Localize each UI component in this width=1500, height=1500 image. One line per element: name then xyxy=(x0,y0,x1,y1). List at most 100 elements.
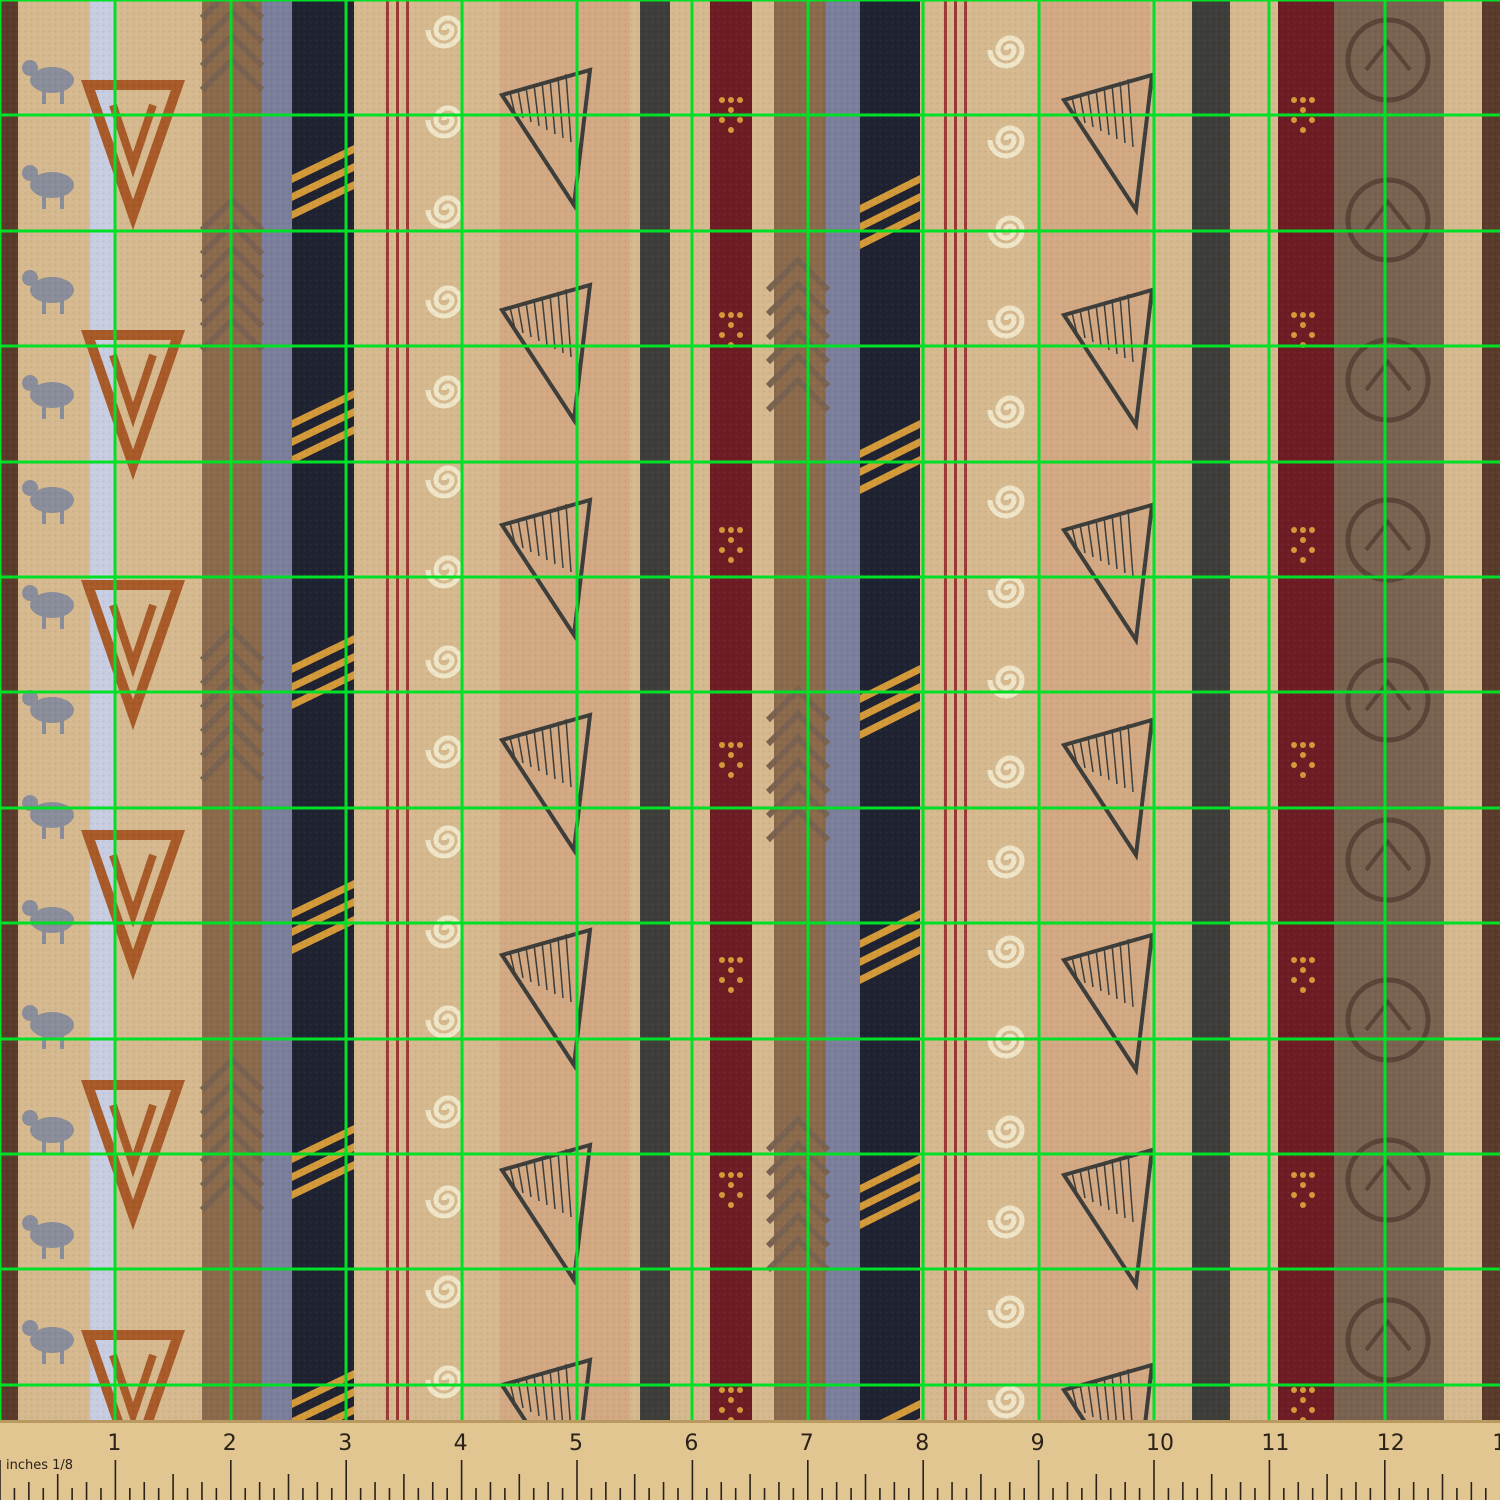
ruler-tick xyxy=(1355,1482,1357,1500)
ruler-tick xyxy=(302,1488,304,1500)
ruler-tick xyxy=(835,1482,838,1500)
ruler-number: 13 xyxy=(1492,1431,1500,1456)
ruler-tick xyxy=(374,1482,376,1500)
ruler-tick xyxy=(1066,1482,1069,1500)
ruler-tick xyxy=(893,1482,896,1500)
ruler-tick xyxy=(1037,1460,1040,1500)
ruler-number: 6 xyxy=(684,1431,698,1456)
ruler-tick xyxy=(734,1488,737,1500)
ruler-tick xyxy=(1283,1488,1285,1500)
ruler-tick xyxy=(1167,1488,1170,1500)
ruler-tick xyxy=(157,1488,160,1500)
ruler-unit-label: inches 1/8 xyxy=(6,1458,73,1473)
ruler-tick xyxy=(359,1488,362,1500)
ruler-number: 2 xyxy=(223,1431,237,1456)
ruler-tick xyxy=(489,1482,492,1500)
ruler-tick xyxy=(1081,1488,1083,1500)
ruler-tick xyxy=(460,1460,463,1500)
ruler-number: 11 xyxy=(1261,1431,1289,1456)
ruler-tick xyxy=(504,1488,506,1500)
ruler-number: 12 xyxy=(1377,1431,1405,1456)
ruler-tick xyxy=(403,1474,405,1500)
ruler-number: 3 xyxy=(338,1431,352,1456)
ruler-tick xyxy=(1239,1482,1242,1500)
ruler-tick xyxy=(1138,1488,1141,1500)
ruler-tick xyxy=(936,1488,939,1500)
ruler-tick xyxy=(792,1488,795,1500)
ruler-tick xyxy=(1182,1482,1184,1500)
ruler-number: 5 xyxy=(569,1431,583,1456)
ruler-tick xyxy=(42,1488,45,1500)
ruler-tick xyxy=(662,1482,665,1500)
ruler-number: 8 xyxy=(915,1431,929,1456)
ruler-tick xyxy=(922,1460,924,1500)
ruler-tick xyxy=(1268,1460,1271,1500)
ruler-tick xyxy=(1052,1488,1054,1500)
ruler-tick xyxy=(1008,1482,1011,1500)
ruler-tick xyxy=(71,1488,73,1500)
ruler-tick xyxy=(633,1474,636,1500)
ruler-tick xyxy=(807,1460,809,1500)
ruler-tick xyxy=(778,1482,780,1500)
ruler-tick xyxy=(1196,1488,1199,1500)
ruler-tick xyxy=(129,1488,131,1500)
ruler-tick xyxy=(1124,1482,1126,1500)
ruler-tick xyxy=(864,1474,867,1500)
ruler-tick xyxy=(1340,1488,1343,1500)
ruler-tick xyxy=(648,1488,650,1500)
ruler-tick xyxy=(749,1474,751,1500)
ruler-tick xyxy=(1109,1488,1112,1500)
ruler-tick xyxy=(56,1474,59,1500)
ruler-tick xyxy=(1254,1488,1256,1500)
ruler-tick xyxy=(619,1488,622,1500)
ruler-tick xyxy=(561,1488,564,1500)
ruler-tick xyxy=(576,1460,578,1500)
ruler-tick xyxy=(345,1460,347,1500)
ruler-number: 4 xyxy=(454,1431,468,1456)
ruler-tick xyxy=(330,1488,333,1500)
ruler-tick xyxy=(1225,1488,1227,1500)
ruler-tick xyxy=(28,1482,30,1500)
ruler-tick xyxy=(994,1488,997,1500)
ruler-tick xyxy=(965,1488,968,1500)
ruler-tick xyxy=(907,1488,910,1500)
ruler-tick xyxy=(706,1488,708,1500)
ruler-tick xyxy=(13,1488,16,1500)
ruler-tick xyxy=(1153,1460,1155,1500)
ruler-tick xyxy=(143,1482,146,1500)
ruler-tick xyxy=(258,1482,261,1500)
ruler-tick xyxy=(85,1482,88,1500)
ruler-tick xyxy=(287,1474,290,1500)
ruler-tick xyxy=(763,1488,766,1500)
ruler-tick xyxy=(417,1488,420,1500)
ruler-tick xyxy=(1412,1482,1415,1500)
ruler-tick xyxy=(1427,1488,1429,1500)
ruler-number: 1 xyxy=(107,1431,121,1456)
ruler-tick xyxy=(980,1474,982,1500)
ruler-tick xyxy=(244,1488,247,1500)
ruler-tick xyxy=(1456,1488,1458,1500)
ruler-tick xyxy=(1398,1488,1401,1500)
ruler-tick xyxy=(230,1460,232,1500)
ruler-number: 9 xyxy=(1031,1431,1045,1456)
ruler-tick xyxy=(547,1482,549,1500)
ruler-number: 7 xyxy=(800,1431,814,1456)
ruler-tick xyxy=(1326,1474,1328,1500)
ruler-tick xyxy=(186,1488,189,1500)
ruler-tick xyxy=(605,1482,607,1500)
ruler-tick xyxy=(1369,1488,1372,1500)
ruler-tick xyxy=(388,1488,391,1500)
ruler-tick xyxy=(1095,1474,1098,1500)
ruler-tick xyxy=(273,1488,275,1500)
ruler-tick xyxy=(951,1482,953,1500)
ruler-tick xyxy=(850,1488,852,1500)
ruler-tick xyxy=(879,1488,881,1500)
fabric-pattern xyxy=(0,0,1500,1420)
ruler-tick xyxy=(100,1488,102,1500)
ruler-tick xyxy=(1297,1482,1300,1500)
ruler-tick xyxy=(431,1482,434,1500)
ruler-tick xyxy=(0,1460,1,1500)
ruler: 12345678910111213 inches 1/8 xyxy=(0,1420,1500,1500)
ruler-tick xyxy=(1384,1460,1386,1500)
ruler-tick xyxy=(1210,1474,1213,1500)
